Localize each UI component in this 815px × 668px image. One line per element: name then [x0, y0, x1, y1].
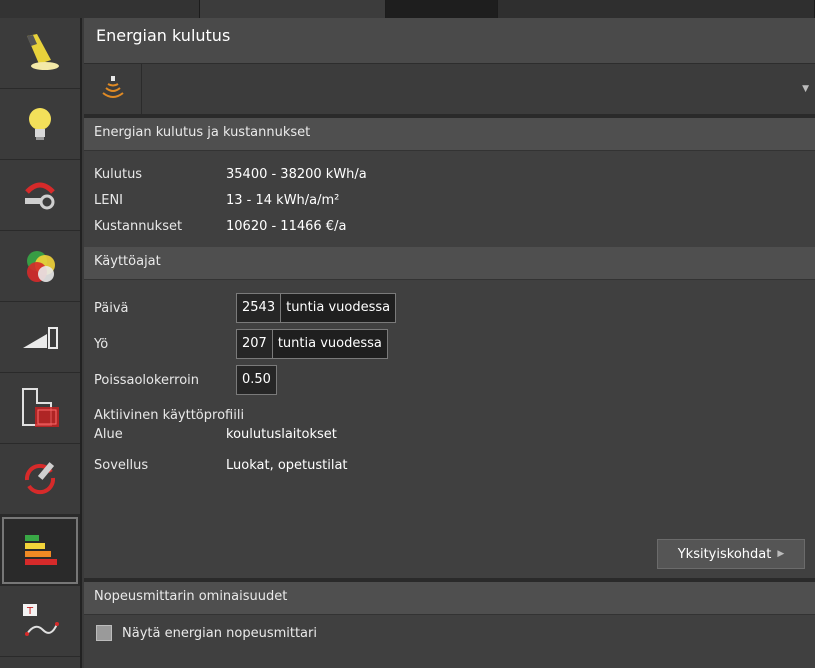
energy-row: LENI 13 - 14 kWh/a/m² [94, 187, 805, 213]
usage-section-header: Käyttöajat [84, 247, 815, 280]
speedometer-checkbox-label[interactable]: Näytä energian nopeusmittari [122, 626, 317, 641]
speedometer-checkbox[interactable] [96, 625, 112, 641]
profile-area-label: Alue [94, 426, 123, 442]
tool-signal[interactable] [0, 302, 80, 373]
day-hours-input[interactable]: 2543 [237, 294, 282, 322]
chevron-down-icon[interactable]: ▼ [802, 84, 809, 94]
energy-row: Kulutus 35400 - 38200 kWh/a [94, 161, 805, 187]
day-hours-unit: tuntia vuodessa [281, 294, 396, 322]
details-button-label: Yksityiskohdat [677, 546, 772, 562]
energy-label: Kulutus [94, 166, 143, 182]
sync-icon [24, 462, 56, 495]
speedometer-section: Nopeusmittarin ominaisuudet Näytä energi… [84, 578, 815, 651]
bulb-icon [29, 108, 51, 140]
text-curve-icon: T [23, 604, 59, 636]
chevron-right-icon: ▶ [777, 549, 785, 559]
night-hours-unit: tuntia vuodessa [272, 330, 387, 358]
energy-label-icon [25, 535, 57, 565]
speedometer-toggle-row[interactable]: Näytä energian nopeusmittari [84, 615, 815, 651]
energy-value: 35400 - 38200 kWh/a [226, 166, 367, 182]
active-profile-title: Aktiivinen käyttöprofiili [94, 408, 245, 423]
day-hours-field[interactable]: 2543 tuntia vuodessa [236, 293, 397, 323]
tool-text-curve[interactable]: T [0, 586, 80, 657]
energy-section-header: Energian kulutus ja kustannukset [84, 118, 815, 151]
signal-bars-icon [23, 327, 58, 349]
left-toolbar: T [0, 18, 82, 668]
top-tab-strip [0, 0, 815, 18]
energy-label: Kustannukset [94, 218, 183, 234]
panel-title-bar: Energian kulutus [84, 18, 815, 64]
svg-text:T: T [26, 606, 34, 617]
top-tab[interactable] [498, 0, 815, 18]
tool-energy-label[interactable] [0, 515, 80, 586]
energy-value: 10620 - 11466 €/a [226, 218, 347, 234]
profile-application-value: Luokat, opetustilat [226, 457, 348, 473]
floorplan-icon [22, 388, 59, 427]
tool-floorplan[interactable] [0, 373, 80, 444]
measure-icon [25, 182, 55, 210]
absence-factor-field[interactable]: 0.50 [236, 365, 277, 395]
night-hours-row: Yö 207 tuntia vuodessa [94, 326, 805, 362]
profile-selector[interactable]: ▼ [84, 64, 815, 118]
night-hours-label: Yö [94, 336, 109, 352]
color-circles-icon [27, 251, 55, 282]
profile-area-row: Alue koulutuslaitokset [94, 423, 805, 445]
absence-factor-label: Poissaolokerroin [94, 372, 200, 388]
absence-factor-row: Poissaolokerroin 0.50 [94, 362, 805, 398]
day-hours-label: Päivä [94, 300, 129, 316]
energy-label: LENI [94, 192, 124, 208]
energy-value: 13 - 14 kWh/a/m² [226, 192, 340, 208]
tool-sync[interactable] [0, 444, 80, 515]
details-button[interactable]: Yksityiskohdat ▶ [657, 539, 805, 569]
tool-colors[interactable] [0, 231, 80, 302]
selector-icon-box[interactable] [84, 64, 142, 114]
profile-application-row: Sovellus Luokat, opetustilat [94, 449, 805, 481]
night-hours-input[interactable]: 207 [237, 330, 273, 358]
night-hours-field[interactable]: 207 tuntia vuodessa [236, 329, 388, 359]
profile-application-label: Sovellus [94, 457, 149, 473]
speedometer-section-header: Nopeusmittarin ominaisuudet [84, 582, 815, 615]
signal-source-icon [101, 76, 124, 98]
profile-area-value: koulutuslaitokset [226, 426, 337, 442]
absence-factor-input[interactable]: 0.50 [237, 366, 276, 394]
top-tab-active[interactable] [386, 0, 498, 18]
energy-row: Kustannukset 10620 - 11466 €/a [94, 213, 805, 239]
tool-bulb[interactable] [0, 89, 80, 160]
spotlight-icon [27, 34, 59, 70]
panel-title: Energian kulutus [96, 26, 231, 45]
tool-measure[interactable] [0, 160, 80, 231]
energy-section-body: Kulutus 35400 - 38200 kWh/a LENI 13 - 14… [84, 151, 815, 247]
top-tab[interactable] [0, 0, 200, 18]
tool-spotlight[interactable] [0, 18, 80, 89]
usage-section-body: Päivä 2543 tuntia vuodessa Yö 207 tuntia… [84, 280, 815, 489]
day-hours-row: Päivä 2543 tuntia vuodessa [94, 290, 805, 326]
top-tab[interactable] [200, 0, 386, 18]
energy-panel: Energian kulutus ▼ Energian kulutus ja k… [84, 18, 815, 668]
